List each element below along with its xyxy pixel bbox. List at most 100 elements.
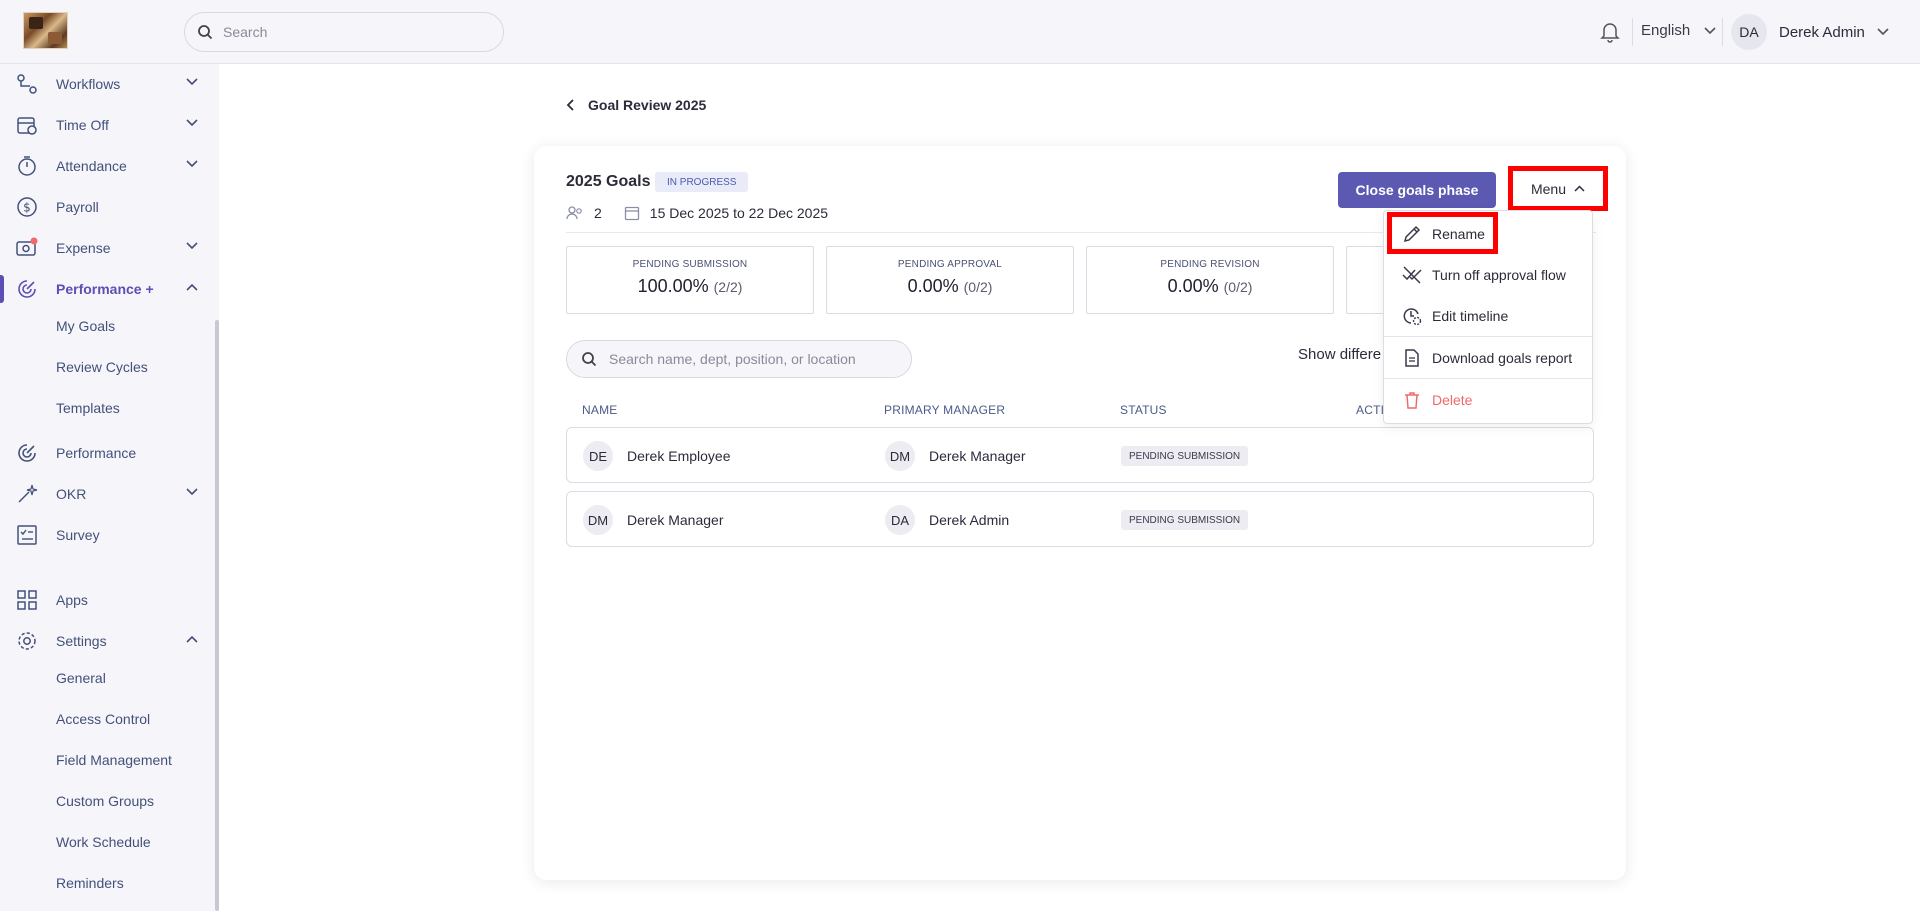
clock-gear-icon [1403,308,1422,326]
menu-divider [1384,378,1592,379]
employee-name: Derek Manager [627,512,724,528]
search-icon [582,352,597,367]
chevron-down-icon [186,242,198,250]
chevron-up-icon [186,283,198,291]
stat-pending-submission: PENDING SUBMISSION 100.00% (2/2) [566,246,814,314]
sidebar-item-label: Settings [56,633,107,649]
avatar: DA [1731,14,1767,50]
bell-icon[interactable] [1600,21,1620,43]
stat-label: PENDING REVISION [1160,259,1260,270]
sidebar-item-label: OKR [56,486,87,502]
sidebar-subitem-access-control[interactable]: Access Control [56,711,150,727]
table-row[interactable]: DM Derek Manager DA Derek Admin PENDING … [566,491,1594,547]
sidebar-item-attendance[interactable]: Attendance [0,146,210,186]
document-icon [1405,349,1419,367]
manager-name: Derek Manager [929,448,1026,464]
sidebar-item-label: Survey [56,527,100,543]
chevron-down-icon [1704,26,1716,34]
chevron-left-icon [566,99,574,111]
close-goals-phase-button[interactable]: Close goals phase [1338,172,1496,208]
stat-pending-approval: PENDING APPROVAL 0.00% (0/2) [826,246,1074,314]
avatar: DE [583,441,613,471]
participant-count: 2 [594,205,602,221]
sidebar-subitem-my-goals[interactable]: My Goals [56,318,115,334]
avatar: DM [885,441,915,471]
stat-label: PENDING SUBMISSION [632,259,748,270]
date-range: 15 Dec 2025 to 22 Dec 2025 [649,205,829,221]
sidebar-item-okr[interactable]: OKR [0,474,210,514]
table-search[interactable] [566,340,912,378]
column-header-status[interactable]: STATUS [1120,403,1167,417]
language-select[interactable]: English [1641,22,1716,39]
top-bar: English DA Derek Admin [0,0,1920,64]
chevron-down-icon [186,160,198,168]
show-differences-toggle[interactable]: Show differe [1298,346,1381,363]
sidebar-subitem-custom-groups[interactable]: Custom Groups [56,793,154,809]
sidebar-item-expense[interactable]: Expense [0,228,210,268]
expense-icon [16,237,38,256]
menu-item-edit-timeline[interactable]: Edit timeline [1384,296,1592,336]
sidebar-item-label: Apps [56,592,88,608]
menu-item-delete[interactable]: Delete [1384,380,1592,420]
manager-cell: DM Derek Manager [885,441,1026,471]
sidebar: Workflows Time Off Attendance $ Payroll … [0,64,218,911]
sidebar-item-label: Time Off [56,117,109,133]
user-name: Derek Admin [1779,23,1865,41]
chevron-down-icon [1877,28,1889,36]
sidebar-item-payroll[interactable]: $ Payroll [0,187,210,227]
column-header-actions: ACTI [1356,403,1385,417]
survey-icon [17,525,37,545]
chevron-up-icon [186,635,198,643]
table-search-input[interactable] [609,351,899,367]
chevron-down-icon [186,78,198,86]
stat-fraction: (0/2) [1223,279,1253,295]
performance-icon [18,444,36,462]
gear-icon [18,632,36,650]
status-badge: PENDING SUBMISSION [1121,446,1249,466]
calendar-clock-icon [17,117,37,135]
sidebar-subitem-reminders[interactable]: Reminders [56,875,124,891]
column-header-name[interactable]: NAME [582,403,617,417]
chevron-up-icon [1574,185,1585,192]
user-menu[interactable]: DA Derek Admin [1731,14,1889,50]
menu-button[interactable]: Menu [1508,166,1608,211]
divider [1632,18,1633,46]
sidebar-item-label: Performance + [56,281,154,297]
search-icon [198,25,213,40]
company-logo[interactable] [23,12,68,49]
language-label: English [1641,22,1691,39]
sidebar-item-performance-plus[interactable]: Performance + [0,269,210,309]
trash-icon [1405,392,1419,409]
sidebar-item-workflows[interactable]: Workflows [0,64,210,104]
global-search[interactable] [184,12,504,52]
stat-value: 0.00% [1167,276,1219,296]
sidebar-item-settings[interactable]: Settings [0,621,210,661]
sidebar-subitem-templates[interactable]: Templates [56,400,120,416]
stat-value: 0.00% [907,276,959,296]
divider [1722,18,1723,46]
manager-cell: DA Derek Admin [885,505,1009,535]
sidebar-subitem-general[interactable]: General [56,670,106,686]
sidebar-item-survey[interactable]: Survey [0,515,210,555]
users-icon [566,206,582,220]
sparkle-icon [18,484,38,503]
sidebar-item-performance[interactable]: Performance [0,433,210,473]
menu-item-turn-off-approval-flow[interactable]: Turn off approval flow [1384,255,1592,295]
sidebar-item-label: Attendance [56,158,127,174]
table-row[interactable]: DE Derek Employee DM Derek Manager PENDI… [566,427,1594,483]
sidebar-item-time-off[interactable]: Time Off [0,105,210,145]
menu-button-label: Menu [1530,180,1567,197]
stat-fraction: (2/2) [713,279,743,295]
employee-cell: DE Derek Employee [583,441,731,471]
sidebar-subitem-field-management[interactable]: Field Management [56,752,172,768]
global-search-input[interactable] [223,24,483,40]
chevron-down-icon [186,119,198,127]
sidebar-item-label: Expense [56,240,111,256]
menu-item-download-goals-report[interactable]: Download goals report [1384,338,1592,378]
dollar-circle-icon: $ [17,197,37,217]
column-header-primary-manager[interactable]: PRIMARY MANAGER [884,403,1005,417]
back-link[interactable]: Goal Review 2025 [566,97,706,113]
sidebar-subitem-review-cycles[interactable]: Review Cycles [56,359,148,375]
sidebar-subitem-work-schedule[interactable]: Work Schedule [56,834,151,850]
sidebar-item-apps[interactable]: Apps [0,580,210,620]
